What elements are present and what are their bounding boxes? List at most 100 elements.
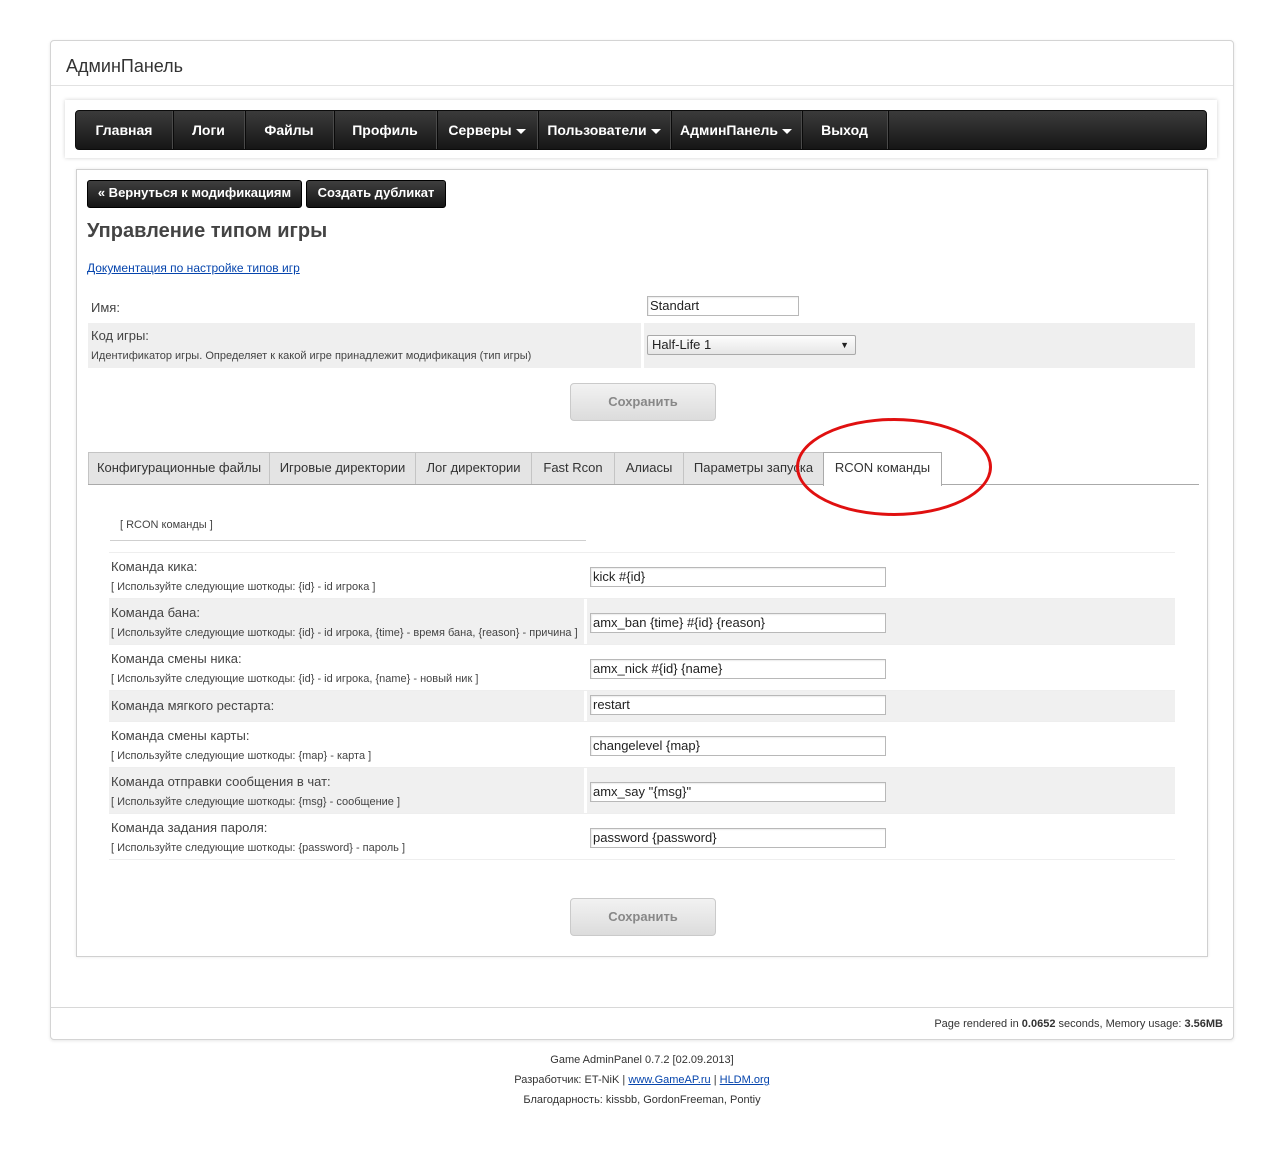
render-mid: seconds, Memory usage: bbox=[1055, 1018, 1185, 1030]
nav-item-6[interactable]: Пользователи bbox=[538, 111, 671, 149]
cell-separator bbox=[584, 722, 587, 767]
rcon-command-input[interactable]: restart bbox=[590, 695, 886, 715]
cell-separator bbox=[584, 691, 587, 721]
tab-4[interactable]: Fast Rcon bbox=[531, 452, 615, 484]
thanks-info: Благодарность: kissbb, GordonFreeman, Po… bbox=[523, 1094, 761, 1106]
title-divider bbox=[51, 85, 1233, 86]
cell-separator bbox=[641, 323, 644, 368]
developer-prefix: Разработчик: ET-NiK | bbox=[514, 1074, 629, 1086]
rcon-row: Команда бана: [ Используйте следующие шот… bbox=[109, 599, 1175, 645]
game-code-row: Код игры: Идентификатор игры. Определяет… bbox=[88, 323, 1195, 368]
memory-usage: 3.56MB bbox=[1184, 1018, 1223, 1030]
nav-item-7[interactable]: АдминПанель bbox=[671, 111, 802, 149]
render-prefix: Page rendered in bbox=[934, 1018, 1022, 1030]
rcon-command-input[interactable]: kick #{id} bbox=[590, 567, 886, 587]
hldm-link[interactable]: HLDM.org bbox=[720, 1074, 770, 1086]
tab-3[interactable]: Лог директории bbox=[415, 452, 532, 484]
rcon-row: Команда смены карты: [ Используйте следую… bbox=[109, 722, 1175, 768]
nav-item-label: АдминПанель bbox=[679, 122, 778, 138]
nav-item-5[interactable]: Серверы bbox=[437, 111, 538, 149]
documentation-link[interactable]: Документация по настройке типов игр bbox=[87, 261, 300, 275]
caret-down-icon bbox=[515, 128, 526, 134]
name-input[interactable]: Standart bbox=[647, 296, 799, 316]
tab-bar: Конфигурационные файлы Игровые директории… bbox=[88, 452, 1199, 486]
rcon-section-title: [ RCON команды ] bbox=[120, 519, 213, 531]
nav-item-8[interactable]: Выход bbox=[802, 111, 888, 149]
nav-item-label: Выход bbox=[821, 122, 868, 138]
main-container: АдминПанель Главная Логи Файлы Профиль Серве… bbox=[50, 40, 1234, 1040]
rcon-row: Команда смены ника: [ Используйте следующ… bbox=[109, 645, 1175, 691]
rcon-row: Команда задания пароля: [ Используйте сле… bbox=[109, 814, 1175, 860]
rcon-command-input[interactable]: amx_say "{msg}" bbox=[590, 782, 886, 802]
back-to-mods-button[interactable]: « Вернуться к модификациям bbox=[87, 180, 302, 208]
rcon-row-label: Команда мягкого рестарта: bbox=[111, 698, 275, 713]
nav-item-4[interactable]: Профиль bbox=[334, 111, 437, 149]
nav-item-label: Профиль bbox=[352, 122, 418, 138]
game-code-hint: Идентификатор игры. Определяет к какой и… bbox=[91, 350, 532, 362]
nav-item-1[interactable]: Главная bbox=[76, 111, 173, 149]
tab-2[interactable]: Игровые директории bbox=[269, 452, 416, 484]
rcon-command-input[interactable]: changelevel {map} bbox=[590, 736, 886, 756]
nav-item-3[interactable]: Файлы bbox=[245, 111, 334, 149]
footer-divider bbox=[51, 1007, 1233, 1008]
tab-1[interactable]: Конфигурационные файлы bbox=[88, 452, 270, 484]
rcon-command-input[interactable]: amx_nick #{id} {name} bbox=[590, 659, 886, 679]
game-code-selected: Half-Life 1 bbox=[652, 337, 712, 352]
rcon-row: Команда кика: [ Используйте следующие шот… bbox=[109, 553, 1175, 599]
section-divider bbox=[110, 540, 586, 541]
game-code-label: Код игры: bbox=[91, 328, 149, 343]
tab-baseline bbox=[88, 484, 1199, 485]
rcon-row: Команда отправки сообщения в чат: [ Испол… bbox=[109, 768, 1175, 814]
nav-item-label: Файлы bbox=[264, 122, 314, 138]
cell-separator bbox=[584, 768, 587, 813]
save-button-top[interactable]: Сохранить bbox=[570, 383, 716, 421]
rcon-row-label: Команда задания пароля: bbox=[111, 820, 268, 835]
rcon-row-hint: [ Используйте следующие шоткоды: {passwo… bbox=[111, 842, 406, 854]
nav-item-label: Главная bbox=[95, 122, 153, 138]
game-code-select[interactable]: Half-Life 1 ▼ bbox=[647, 335, 856, 355]
create-duplicate-button[interactable]: Создать дубликат bbox=[306, 180, 446, 208]
version-info: Game AdminPanel 0.7.2 [02.09.2013] bbox=[550, 1054, 734, 1066]
tab-6[interactable]: Параметры запуска bbox=[683, 452, 824, 484]
render-time: 0.0652 bbox=[1021, 1018, 1056, 1030]
rcon-row-label: Команда смены ника: bbox=[111, 651, 242, 666]
cell-separator bbox=[584, 553, 587, 598]
rcon-row-label: Команда смены карты: bbox=[111, 728, 250, 743]
nav-item-label: Серверы bbox=[448, 122, 512, 138]
rcon-command-input[interactable]: amx_ban {time} #{id} {reason} bbox=[590, 613, 886, 633]
gameap-link[interactable]: www.GameAP.ru bbox=[628, 1074, 710, 1086]
caret-down-icon bbox=[782, 128, 792, 134]
rcon-row-hint: [ Используйте следующие шоткоды: {id} - … bbox=[111, 581, 376, 593]
content-panel: « Вернуться к модификациям Создать дубли… bbox=[76, 169, 1208, 957]
site-title: АдминПанель bbox=[66, 56, 184, 76]
save-button-bottom[interactable]: Сохранить bbox=[570, 898, 716, 936]
name-row: Имя: Standart bbox=[88, 291, 1195, 323]
rcon-row-label: Команда кика: bbox=[111, 559, 198, 574]
name-label: Имя: bbox=[91, 300, 120, 315]
rcon-row-label: Команда бана: bbox=[111, 605, 200, 620]
rcon-row-label: Команда отправки сообщения в чат: bbox=[111, 774, 331, 789]
rcon-row-hint: [ Используйте следующие шоткоды: {map} -… bbox=[111, 750, 372, 762]
page-title: Управление типом игры bbox=[87, 220, 328, 242]
nav-item-label: Пользователи bbox=[547, 122, 647, 138]
tab-5[interactable]: Алиасы bbox=[614, 452, 684, 484]
nav-item-label: Логи bbox=[192, 122, 225, 138]
rcon-row: Команда мягкого рестарта: restart bbox=[109, 691, 1175, 722]
rcon-row-hint: [ Используйте следующие шоткоды: {id} - … bbox=[111, 673, 479, 685]
cell-separator bbox=[584, 599, 587, 644]
tab-7[interactable]: RCON команды bbox=[823, 452, 942, 486]
caret-down-icon bbox=[650, 128, 661, 134]
nav-wrapper: Главная Логи Файлы Профиль Серверы Пользовате… bbox=[65, 100, 1217, 158]
render-info: Page rendered in 0.0652 seconds, Memory … bbox=[934, 1018, 1223, 1030]
developer-info: Разработчик: ET-NiK | www.GameAP.ru | HL… bbox=[0, 1074, 1284, 1086]
cell-separator bbox=[584, 645, 587, 690]
rcon-command-input[interactable]: password {password} bbox=[590, 828, 886, 848]
rcon-row-hint: [ Используйте следующие шоткоды: {msg} -… bbox=[111, 796, 401, 808]
rcon-row-hint: [ Используйте следующие шоткоды: {id} - … bbox=[111, 627, 578, 639]
cell-separator bbox=[584, 814, 587, 859]
rcon-commands-table: Команда кика: [ Используйте следующие шот… bbox=[109, 552, 1175, 860]
nav-item-2[interactable]: Логи bbox=[173, 111, 245, 149]
navbar: Главная Логи Файлы Профиль Серверы Пользовате… bbox=[75, 110, 1207, 150]
chevron-down-icon: ▼ bbox=[840, 340, 849, 350]
link-separator: | bbox=[710, 1074, 720, 1086]
